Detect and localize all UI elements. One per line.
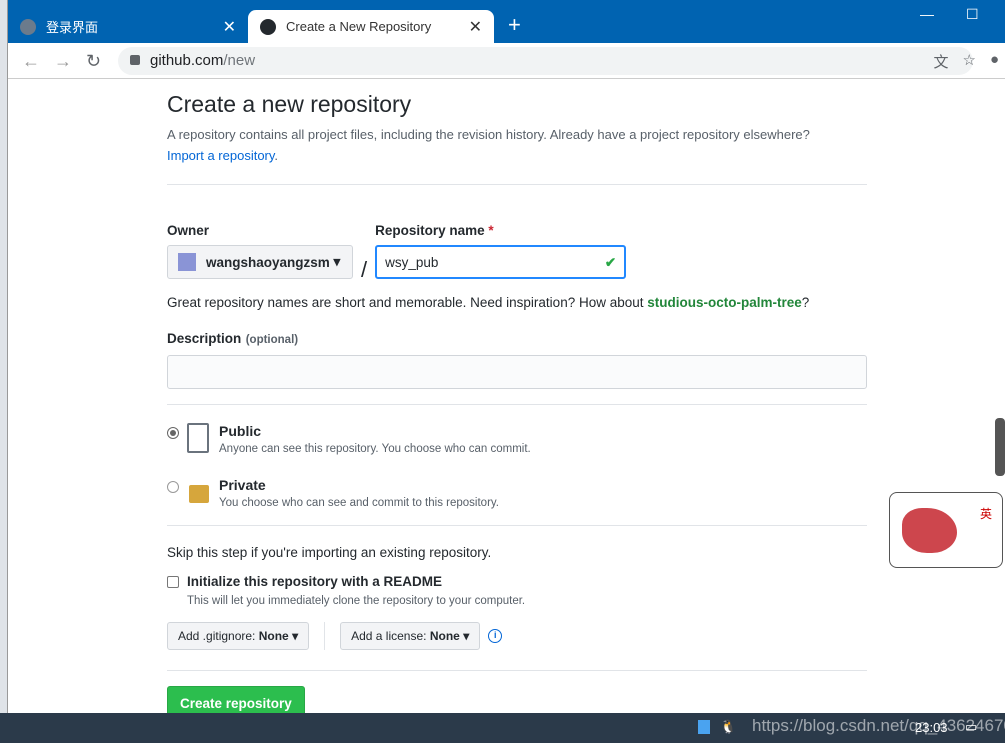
taskbar: 🐧 23:03 ▭ https://blog.csdn.net/qq_43624…: [0, 713, 1005, 743]
new-tab-button[interactable]: +: [508, 12, 521, 38]
skip-note: Skip this step if you're importing an ex…: [167, 545, 492, 560]
github-icon: [260, 18, 276, 35]
gitignore-value: None: [258, 629, 289, 643]
address-bar-row: ← → ↻ github.com/new 文 ☆ ●: [8, 43, 1005, 79]
url-input[interactable]: github.com/new: [118, 47, 973, 75]
caret-down-icon: ▾: [292, 629, 299, 643]
reload-icon[interactable]: ↻: [86, 51, 101, 72]
star-icon[interactable]: ☆: [962, 51, 975, 72]
readme-label[interactable]: Initialize this repository with a README: [187, 574, 442, 589]
forward-icon[interactable]: →: [54, 51, 72, 72]
license-value: None: [429, 629, 460, 643]
page-subtitle: A repository contains all project files,…: [167, 127, 810, 142]
repository-name-label: Repository name: [375, 223, 485, 238]
tab-title: Create a New Repository: [286, 19, 432, 34]
gitignore-dropdown[interactable]: Add .gitignore: None ▾: [167, 622, 310, 650]
public-radio[interactable]: [167, 427, 179, 439]
public-description: Anyone can see this repository. You choo…: [219, 443, 531, 455]
gitignore-label: Add .gitignore:: [178, 629, 256, 643]
repo-book-icon: [187, 423, 209, 453]
check-icon: ✔: [604, 255, 617, 270]
globe-icon: [20, 18, 36, 35]
info-icon[interactable]: i: [488, 629, 503, 643]
new-repository-form: Create a new repository A repository con…: [167, 80, 867, 721]
back-icon[interactable]: ←: [22, 51, 40, 72]
description-label: Description: [167, 331, 242, 346]
close-tab-icon[interactable]: ✕: [223, 17, 236, 37]
background-window-edge: [0, 0, 8, 713]
license-label: Add a license:: [351, 629, 427, 643]
import-repository-link[interactable]: Import a repository: [167, 148, 274, 163]
slash-separator: /: [361, 257, 368, 282]
anime-sticker-image: 英: [889, 492, 1003, 568]
suggested-name[interactable]: studious-octo-palm-tree: [647, 295, 802, 310]
scrollbar-handle[interactable]: [995, 418, 1005, 476]
suggestion-text: Great repository names are short and mem…: [167, 295, 644, 310]
profile-icon[interactable]: ●: [990, 51, 999, 72]
public-title: Public: [219, 423, 262, 439]
readme-checkbox[interactable]: [167, 575, 179, 588]
minimize-button[interactable]: —: [920, 6, 934, 22]
caret-down-icon: ▾: [463, 629, 470, 643]
app-tray-icon[interactable]: [698, 720, 710, 734]
tab-login[interactable]: 登录界面 ✕: [8, 10, 248, 43]
owner-avatar: [178, 253, 196, 271]
visibility-private[interactable]: Private You choose who can see and commi…: [167, 477, 867, 517]
period: .: [274, 148, 279, 163]
owner-label: Owner: [167, 223, 210, 238]
owner-value: wangshaoyangzsm: [206, 254, 330, 270]
private-description: You choose who can see and commit to thi…: [219, 497, 499, 509]
suggestion-suffix: ?: [801, 295, 810, 310]
url-path: /new: [223, 52, 256, 69]
caret-down-icon: ▾: [333, 254, 341, 269]
url-host: github.com: [150, 52, 224, 69]
maximize-button[interactable]: ☐: [966, 6, 979, 23]
repository-name-value: wsy_pub: [385, 255, 439, 270]
tab-title: 登录界面: [46, 20, 99, 35]
lock-icon: [130, 55, 140, 65]
watermark: https://blog.csdn.net/qq_43624670: [752, 716, 1005, 735]
required-mark: *: [488, 223, 494, 238]
private-radio[interactable]: [167, 481, 179, 493]
close-tab-icon[interactable]: ✕: [469, 17, 482, 37]
visibility-public[interactable]: Public Anyone can see this repository. Y…: [167, 423, 867, 463]
repository-name-input[interactable]: wsy_pub ✔: [375, 245, 627, 279]
lock-icon: [189, 485, 209, 503]
divider: [324, 622, 326, 650]
tab-create-repository[interactable]: Create a New Repository ✕: [248, 10, 494, 43]
license-dropdown[interactable]: Add a license: None ▾: [340, 622, 481, 650]
qq-icon[interactable]: 🐧: [720, 719, 736, 735]
owner-dropdown[interactable]: wangshaoyangzsm ▾: [167, 245, 353, 279]
optional-label: (optional): [245, 334, 299, 346]
page-title: Create a new repository: [167, 91, 412, 117]
description-input[interactable]: [167, 355, 867, 389]
translate-icon[interactable]: 文: [933, 51, 948, 72]
readme-description: This will let you immediately clone the …: [187, 595, 526, 607]
private-title: Private: [219, 477, 266, 493]
